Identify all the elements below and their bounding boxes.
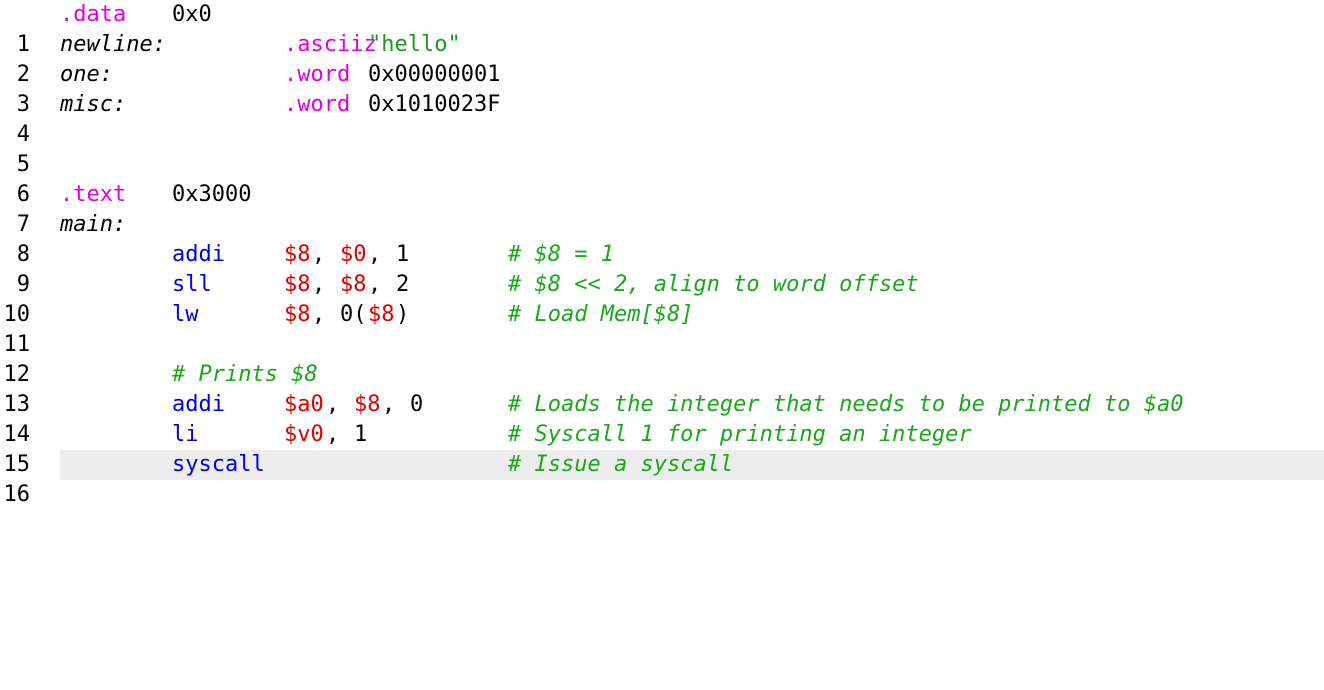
instruction: sll — [172, 272, 212, 297]
code-line[interactable]: 6 — [0, 150, 1324, 207]
label: misc: — [60, 92, 127, 117]
register: $8 — [354, 392, 381, 417]
code-line[interactable]: 9 addi $8 , $0 , 1 # $8 = 1 — [0, 240, 1324, 297]
comment: # Issue a syscall — [508, 452, 734, 477]
register: $8 — [284, 272, 311, 297]
code-line[interactable]: 3 one: .word 0x00000001 — [0, 60, 1324, 117]
code-line[interactable]: 15 li $v0 , 1 # Syscall 1 for printing a… — [0, 420, 1324, 477]
comment: # $8 = 1 — [508, 242, 614, 267]
code-line[interactable]: 2 newline: .asciiz "hello" — [0, 30, 1324, 87]
code-line[interactable]: 13 # Prints $8 — [0, 360, 1324, 417]
directive: .text — [60, 182, 127, 207]
address: 0x0 — [172, 2, 212, 27]
register: $8 — [284, 242, 311, 267]
punctuation: , — [326, 392, 340, 417]
string-literal: "hello" — [368, 32, 461, 57]
directive: .asciiz — [284, 32, 377, 57]
code-line[interactable]: 1 .data 0x0 — [0, 0, 1324, 57]
punctuation: ) — [396, 302, 410, 327]
punctuation: , — [312, 272, 326, 297]
directive: .word — [284, 92, 351, 117]
directive: .word — [284, 62, 351, 87]
comment: # $8 << 2, align to word offset — [508, 272, 919, 297]
immediate: 1 — [354, 422, 368, 447]
address: 0x3000 — [172, 182, 252, 207]
code-line[interactable]: 7 .text 0x3000 — [0, 180, 1324, 237]
register: $8 — [340, 272, 367, 297]
comment: # Load Mem[$8] — [508, 302, 694, 327]
register: $8 — [284, 302, 311, 327]
numeric-value: 0x00000001 — [368, 62, 501, 87]
comment: # Syscall 1 for printing an integer — [508, 422, 972, 447]
punctuation: , — [312, 302, 326, 327]
instruction: addi — [172, 392, 225, 417]
punctuation: , — [312, 242, 326, 267]
line-number: 16 — [3, 482, 31, 507]
label: main: — [60, 212, 127, 237]
code-line[interactable]: 4 misc: .word 0x1010023F — [0, 90, 1324, 147]
comment: # Loads the integer that needs to be pri… — [508, 392, 1184, 417]
numeric-value: 0x1010023F — [368, 92, 501, 117]
register: $v0 — [284, 422, 324, 447]
instruction: syscall — [172, 452, 265, 477]
instruction: addi — [172, 242, 225, 267]
comment: # Prints $8 — [172, 362, 318, 387]
register: $a0 — [284, 392, 324, 417]
punctuation: , — [326, 422, 340, 447]
label: one: — [60, 62, 113, 87]
punctuation: , — [368, 242, 382, 267]
code-line[interactable]: 12 — [0, 330, 1324, 387]
immediate: 2 — [396, 272, 410, 297]
immediate: 1 — [396, 242, 410, 267]
register: $8 — [368, 302, 395, 327]
punctuation: , — [368, 272, 382, 297]
code-line[interactable]: 10 sll $8 , $8 , 2 # $8 << 2, align to w… — [0, 270, 1324, 327]
directive: .data — [60, 2, 127, 27]
code-line[interactable]: 8 main: — [0, 210, 1324, 267]
code-line-current[interactable]: 16 syscall # Issue a syscall — [0, 450, 1324, 507]
punctuation: , — [382, 392, 396, 417]
instruction: lw — [172, 302, 199, 327]
register: $0 — [340, 242, 367, 267]
code-editor[interactable]: 1 .data 0x0 2 newline: .asciiz "hello" 3… — [0, 0, 1324, 512]
offset: 0( — [340, 302, 367, 327]
immediate: 0 — [410, 392, 424, 417]
label: newline: — [60, 32, 166, 57]
instruction: li — [172, 422, 199, 447]
code-line[interactable]: 5 — [0, 120, 1324, 177]
code-line[interactable]: 14 addi $a0 , $8 , 0 # Loads the integer… — [0, 390, 1324, 447]
code-line[interactable]: 11 lw $8 , 0( $8 ) # Load Mem[$8] — [0, 300, 1324, 357]
